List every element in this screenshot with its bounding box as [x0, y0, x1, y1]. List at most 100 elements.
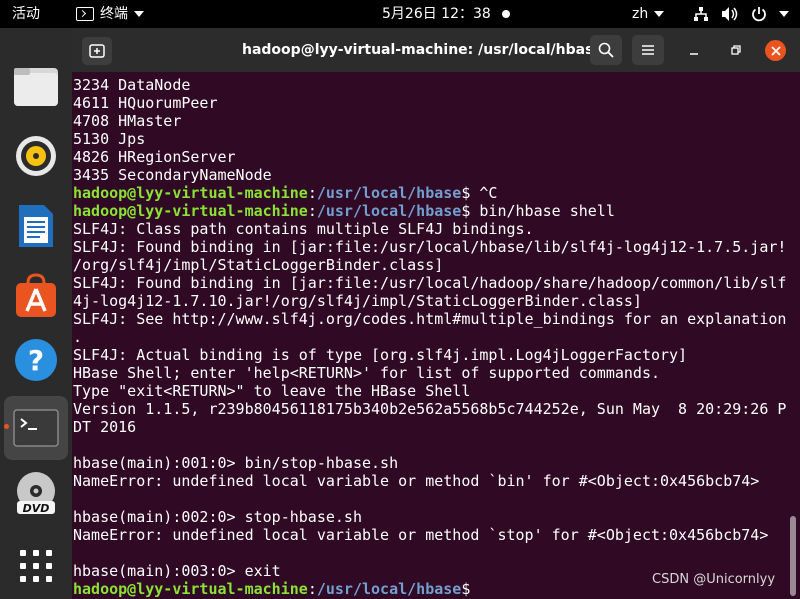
dock-dvd[interactable]: DVD: [4, 462, 68, 526]
app-menu[interactable]: 终端: [76, 0, 144, 28]
dock-ubuntu-software[interactable]: [4, 264, 68, 328]
clock[interactable]: 5月26日 12：38: [382, 0, 491, 28]
activities-button[interactable]: 活动: [12, 0, 40, 28]
output-text: 4611 HQuorumPeer: [73, 94, 218, 112]
language-selector[interactable]: zh: [632, 0, 665, 28]
output-line: Type "exit<RETURN>" to leave the HBase S…: [73, 382, 787, 400]
terminal-icon: [13, 409, 59, 447]
close-button[interactable]: [765, 40, 786, 61]
prompt-user: hadoop@lyy-virtual-machine: [73, 580, 308, 598]
output-line: 3435 SecondaryNameNode: [73, 166, 787, 184]
prompt-user: hadoop@lyy-virtual-machine: [73, 184, 308, 202]
new-tab-button[interactable]: [82, 37, 112, 65]
output-line: SLF4J: Class path contains multiple SLF4…: [73, 220, 787, 238]
output-line: 3234 DataNode: [73, 76, 787, 94]
output-line: NameError: undefined local variable or m…: [73, 526, 787, 544]
output-line: NameError: undefined local variable or m…: [73, 472, 787, 490]
output-line: 4826 HRegionServer: [73, 148, 787, 166]
dock-files[interactable]: [4, 54, 68, 118]
output-text: SLF4J: Found binding in [jar:file:/usr/l…: [73, 274, 787, 292]
output-text: SLF4J: See http://www.slf4j.org/codes.ht…: [73, 310, 787, 328]
scrollbar[interactable]: [790, 516, 796, 596]
output-text: DT 2016: [73, 418, 137, 436]
output-text: Type "exit<RETURN>" to leave the HBase S…: [73, 382, 471, 400]
output-text: HBase Shell; enter 'help<RETURN>' for li…: [73, 364, 660, 382]
menu-button[interactable]: [632, 35, 664, 65]
output-text: /org/slf4j/impl/StaticLoggerBinder.class…: [73, 256, 444, 274]
prompt-sign: $: [461, 580, 471, 598]
output-line: SLF4J: Found binding in [jar:file:/usr/l…: [73, 274, 787, 292]
prompt-line: hadoop@lyy-virtual-machine:/usr/local/hb…: [73, 184, 787, 202]
minimize-icon: [690, 53, 698, 55]
dock-terminal[interactable]: [4, 396, 68, 460]
output-text: SLF4J: Found binding in [jar:file:/usr/l…: [73, 238, 787, 256]
libreoffice-writer-icon: [19, 205, 53, 247]
output-text: 3234 DataNode: [73, 76, 191, 94]
network-icon: [694, 7, 708, 21]
active-indicator: [4, 424, 9, 429]
prompt-sign: $: [461, 202, 480, 220]
power-icon: [752, 7, 766, 22]
volume-icon: [722, 7, 738, 21]
search-icon: [598, 42, 614, 58]
terminal-titlebar: hadoop@lyy-virtual-machine: /usr/local/h…: [72, 28, 800, 72]
output-text: 4708 HMaster: [73, 112, 182, 130]
terminal-output[interactable]: 3234 DataNode 4611 HQuorumPeer 4708 HMaste…: [72, 72, 800, 599]
output-text: NameError: undefined local variable or m…: [73, 472, 760, 490]
output-line: Version 1.1.5, r239b80456118175b340b2e56…: [73, 400, 787, 418]
dock-libreoffice-writer[interactable]: [4, 194, 68, 258]
prompt-separator: :: [307, 202, 317, 220]
output-text: 5130 Jps: [73, 130, 146, 148]
prompt-separator: :: [307, 184, 317, 202]
system-tray[interactable]: [693, 0, 789, 28]
new-tab-icon: [89, 44, 105, 58]
terminal-lines: 3234 DataNode 4611 HQuorumPeer 4708 HMaste…: [73, 76, 787, 598]
prompt-path: /usr/local/hbase: [316, 202, 462, 220]
output-text: hbase(main):003:0> exit: [73, 562, 281, 580]
minimize-button[interactable]: [686, 42, 702, 58]
output-line: 4j-log4j12-1.7.10.jar!/org/slf4j/impl/St…: [73, 292, 787, 310]
prompt-line: hadoop@lyy-virtual-machine:/usr/local/hb…: [73, 202, 787, 220]
output-text: NameError: undefined local variable or m…: [73, 526, 769, 544]
chevron-down-icon: [134, 11, 144, 17]
rhythmbox-icon: [16, 136, 56, 176]
ubuntu-software-icon: [16, 273, 56, 317]
dock: ? DVD: [0, 28, 72, 599]
search-button[interactable]: [590, 35, 622, 65]
output-line: /org/slf4j/impl/StaticLoggerBinder.class…: [73, 256, 787, 274]
help-icon: ?: [15, 339, 57, 381]
dvd-icon: DVD: [17, 472, 55, 515]
prompt-sign: $: [461, 184, 480, 202]
show-applications-button[interactable]: [4, 534, 68, 598]
output-line: hbase(main):002:0> stop-hbase.sh: [73, 508, 787, 526]
hamburger-icon: [642, 45, 654, 55]
output-text: hbase(main):001:0> bin/stop-hbase.sh: [73, 454, 399, 472]
output-text: SLF4J: Class path contains multiple SLF4…: [73, 220, 534, 238]
window-title: hadoop@lyy-virtual-machine: /usr/local/h…: [242, 42, 603, 58]
top-bar: 活动 终端 5月26日 12：38 zh: [0, 0, 800, 28]
svg-text:?: ?: [28, 344, 44, 377]
dock-help[interactable]: ?: [4, 328, 68, 392]
prompt-user: hadoop@lyy-virtual-machine: [73, 202, 308, 220]
files-icon: [14, 68, 58, 106]
svg-text:DVD: DVD: [23, 502, 50, 515]
app-grid-icon: [20, 550, 52, 582]
output-line: 4708 HMaster: [73, 112, 787, 130]
chevron-down-icon: [779, 11, 789, 17]
output-text: .: [73, 328, 83, 346]
app-menu-label: 终端: [100, 6, 128, 22]
output-line: SLF4J: Found binding in [jar:file:/usr/l…: [73, 238, 787, 256]
close-icon: [770, 45, 781, 56]
output-line: 4611 HQuorumPeer: [73, 94, 787, 112]
restore-icon: [731, 45, 741, 55]
dock-rhythmbox[interactable]: [4, 124, 68, 188]
maximize-button[interactable]: [728, 42, 744, 58]
output-line: .: [73, 328, 787, 346]
output-line: hbase(main):001:0> bin/stop-hbase.sh: [73, 454, 787, 472]
output-line: SLF4J: Actual binding is of type [org.sl…: [73, 346, 787, 364]
output-text: hbase(main):002:0> stop-hbase.sh: [73, 508, 362, 526]
chevron-down-icon: [654, 11, 665, 17]
output-line: 5130 Jps: [73, 130, 787, 148]
